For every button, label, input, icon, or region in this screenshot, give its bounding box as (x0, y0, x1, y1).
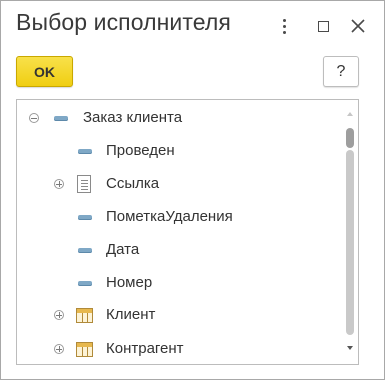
tree-row[interactable]: Дата (17, 234, 343, 266)
attribute-icon (78, 215, 92, 220)
attribute-icon (54, 116, 68, 121)
tree-row[interactable]: Проведен (17, 135, 343, 167)
more-vertical-icon (282, 18, 286, 34)
dialog-window: Выбор исполнителя OK ? Заказ клиента Про… (0, 0, 385, 380)
scroll-down-arrow-icon[interactable] (347, 346, 353, 350)
scrollbar-track-fill (346, 150, 354, 335)
more-menu-button[interactable] (271, 13, 297, 39)
tree-row-label: Клиент (106, 306, 156, 323)
document-icon (77, 175, 91, 193)
tree-row-label: Дата (106, 241, 140, 258)
help-button[interactable]: ? (323, 56, 359, 87)
tree-row[interactable]: ПометкаУдаления (17, 201, 343, 233)
attribute-icon (78, 248, 92, 253)
scroll-up-arrow-icon[interactable] (347, 112, 353, 116)
expand-icon[interactable] (54, 179, 64, 189)
field-tree[interactable]: Заказ клиента Проведен Ссылка ПометкаУда… (16, 99, 359, 365)
dialog-title: Выбор исполнителя (16, 9, 231, 35)
attribute-icon (78, 281, 92, 286)
vertical-scrollbar[interactable] (343, 100, 358, 364)
expand-icon[interactable] (54, 310, 64, 320)
tree-row-label: Проведен (106, 142, 175, 159)
tree-row-label: Ссылка (106, 175, 160, 192)
tree-row[interactable]: Ссылка (17, 168, 343, 200)
ok-button[interactable]: OK (16, 56, 73, 87)
table-icon (76, 308, 93, 323)
table-icon (76, 342, 93, 357)
tree-row-label: Заказ клиента (83, 109, 183, 126)
tree-row-label: Контрагент (106, 340, 184, 357)
tree-row[interactable]: Клиент (17, 299, 343, 331)
scrollbar-thumb[interactable] (346, 128, 354, 148)
maximize-icon (317, 20, 329, 32)
tree-row-label: ПометкаУдаления (106, 208, 233, 225)
expand-icon[interactable] (54, 344, 64, 354)
tree-row[interactable]: Номер (17, 267, 343, 299)
maximize-button[interactable] (310, 13, 336, 39)
attribute-icon (78, 149, 92, 154)
close-icon (351, 19, 365, 33)
tree-row-label: Номер (106, 274, 153, 291)
tree-row[interactable]: Заказ клиента (17, 102, 343, 134)
tree-row[interactable]: Контрагент (17, 333, 343, 364)
close-button[interactable] (345, 13, 371, 39)
collapse-icon[interactable] (29, 113, 39, 123)
